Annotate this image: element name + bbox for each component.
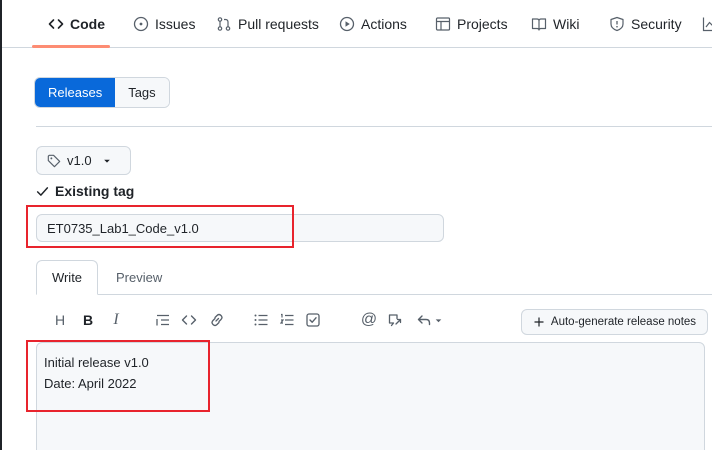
section-divider — [36, 126, 712, 127]
window-frame: Code Issues Pull requests Actions Projec… — [0, 0, 712, 450]
link-icon — [211, 313, 223, 327]
existing-tag-status: Existing tag — [36, 183, 134, 199]
tab-security[interactable]: Security — [609, 0, 682, 48]
unordered-list-button[interactable] — [252, 310, 270, 330]
ordered-list-button[interactable] — [278, 310, 296, 330]
plus-icon — [534, 317, 544, 327]
auto-generate-release-notes-button[interactable]: Auto-generate release notes — [521, 309, 708, 335]
check-icon — [36, 186, 49, 196]
selected-tab-underline — [32, 45, 110, 48]
bold-button[interactable]: B — [80, 310, 96, 330]
release-title-input[interactable] — [36, 214, 444, 242]
tab-security-label: Security — [631, 16, 682, 32]
italic-button[interactable]: I — [108, 310, 124, 330]
release-notes-textarea[interactable]: Initial release v1.0 Date: April 2022 — [36, 342, 705, 450]
italic-icon: I — [113, 311, 119, 328]
tasklist-icon — [306, 313, 320, 327]
reference-button[interactable] — [386, 310, 404, 330]
code-icon — [48, 19, 64, 29]
git-pull-request-icon — [217, 17, 231, 31]
quote-icon — [156, 314, 169, 326]
quote-button[interactable] — [154, 310, 172, 330]
tab-projects-label: Projects — [457, 16, 508, 32]
auto-generate-label: Auto-generate release notes — [550, 316, 697, 328]
play-icon — [339, 16, 355, 32]
list-ordered-icon — [279, 313, 294, 326]
issue-opened-icon — [133, 16, 149, 32]
code-button[interactable] — [180, 310, 198, 330]
bold-icon: B — [82, 312, 94, 328]
graph-icon — [702, 17, 712, 32]
repo-nav: Code Issues Pull requests Actions Projec… — [2, 0, 712, 48]
table-icon — [435, 17, 451, 31]
list-unordered-icon — [254, 314, 268, 326]
heading-button[interactable]: H — [52, 310, 68, 330]
tab-issues-label: Issues — [155, 16, 196, 32]
shield-icon — [610, 16, 624, 32]
releases-tags-toggle: Releases Tags — [34, 77, 170, 108]
tab-actions[interactable]: Actions — [339, 0, 407, 48]
tab-wiki[interactable]: Wiki — [531, 0, 579, 48]
link-button[interactable] — [208, 310, 226, 330]
tab-preview[interactable]: Preview — [116, 260, 162, 295]
tags-button[interactable]: Tags — [115, 78, 169, 107]
mention-button[interactable]: @ — [360, 310, 378, 330]
task-list-button[interactable] — [304, 310, 322, 330]
code-icon — [181, 315, 197, 325]
tab-code[interactable]: Code — [48, 0, 105, 48]
book-icon — [531, 18, 547, 31]
heading-icon: H — [54, 312, 66, 328]
tab-pull-requests[interactable]: Pull requests — [216, 0, 319, 48]
tag-select-value: v1.0 — [67, 153, 92, 168]
reply-icon — [417, 315, 430, 326]
mention-icon: @ — [360, 311, 378, 328]
release-notes-text: Initial release v1.0 Date: April 2022 — [44, 355, 149, 391]
caret-down-icon — [435, 318, 441, 322]
cross-reference-icon — [388, 314, 402, 327]
tab-pull-requests-label: Pull requests — [238, 16, 319, 32]
tab-code-label: Code — [70, 16, 105, 32]
tab-projects[interactable]: Projects — [435, 0, 508, 48]
caret-down-icon — [103, 159, 110, 163]
tab-wiki-label: Wiki — [553, 16, 580, 32]
tag-icon — [47, 154, 61, 167]
tab-actions-label: Actions — [361, 16, 407, 32]
tab-issues[interactable]: Issues — [133, 0, 195, 48]
release-notes-editor: Write Preview H B I @ Auto-generate rele… — [36, 260, 712, 450]
saved-replies-button[interactable] — [414, 310, 444, 330]
releases-button[interactable]: Releases — [35, 78, 116, 107]
existing-tag-label: Existing tag — [55, 183, 135, 199]
tab-write[interactable]: Write — [36, 260, 98, 295]
tab-insights-partial[interactable] — [702, 0, 712, 48]
tag-select-button[interactable]: v1.0 — [36, 146, 131, 175]
